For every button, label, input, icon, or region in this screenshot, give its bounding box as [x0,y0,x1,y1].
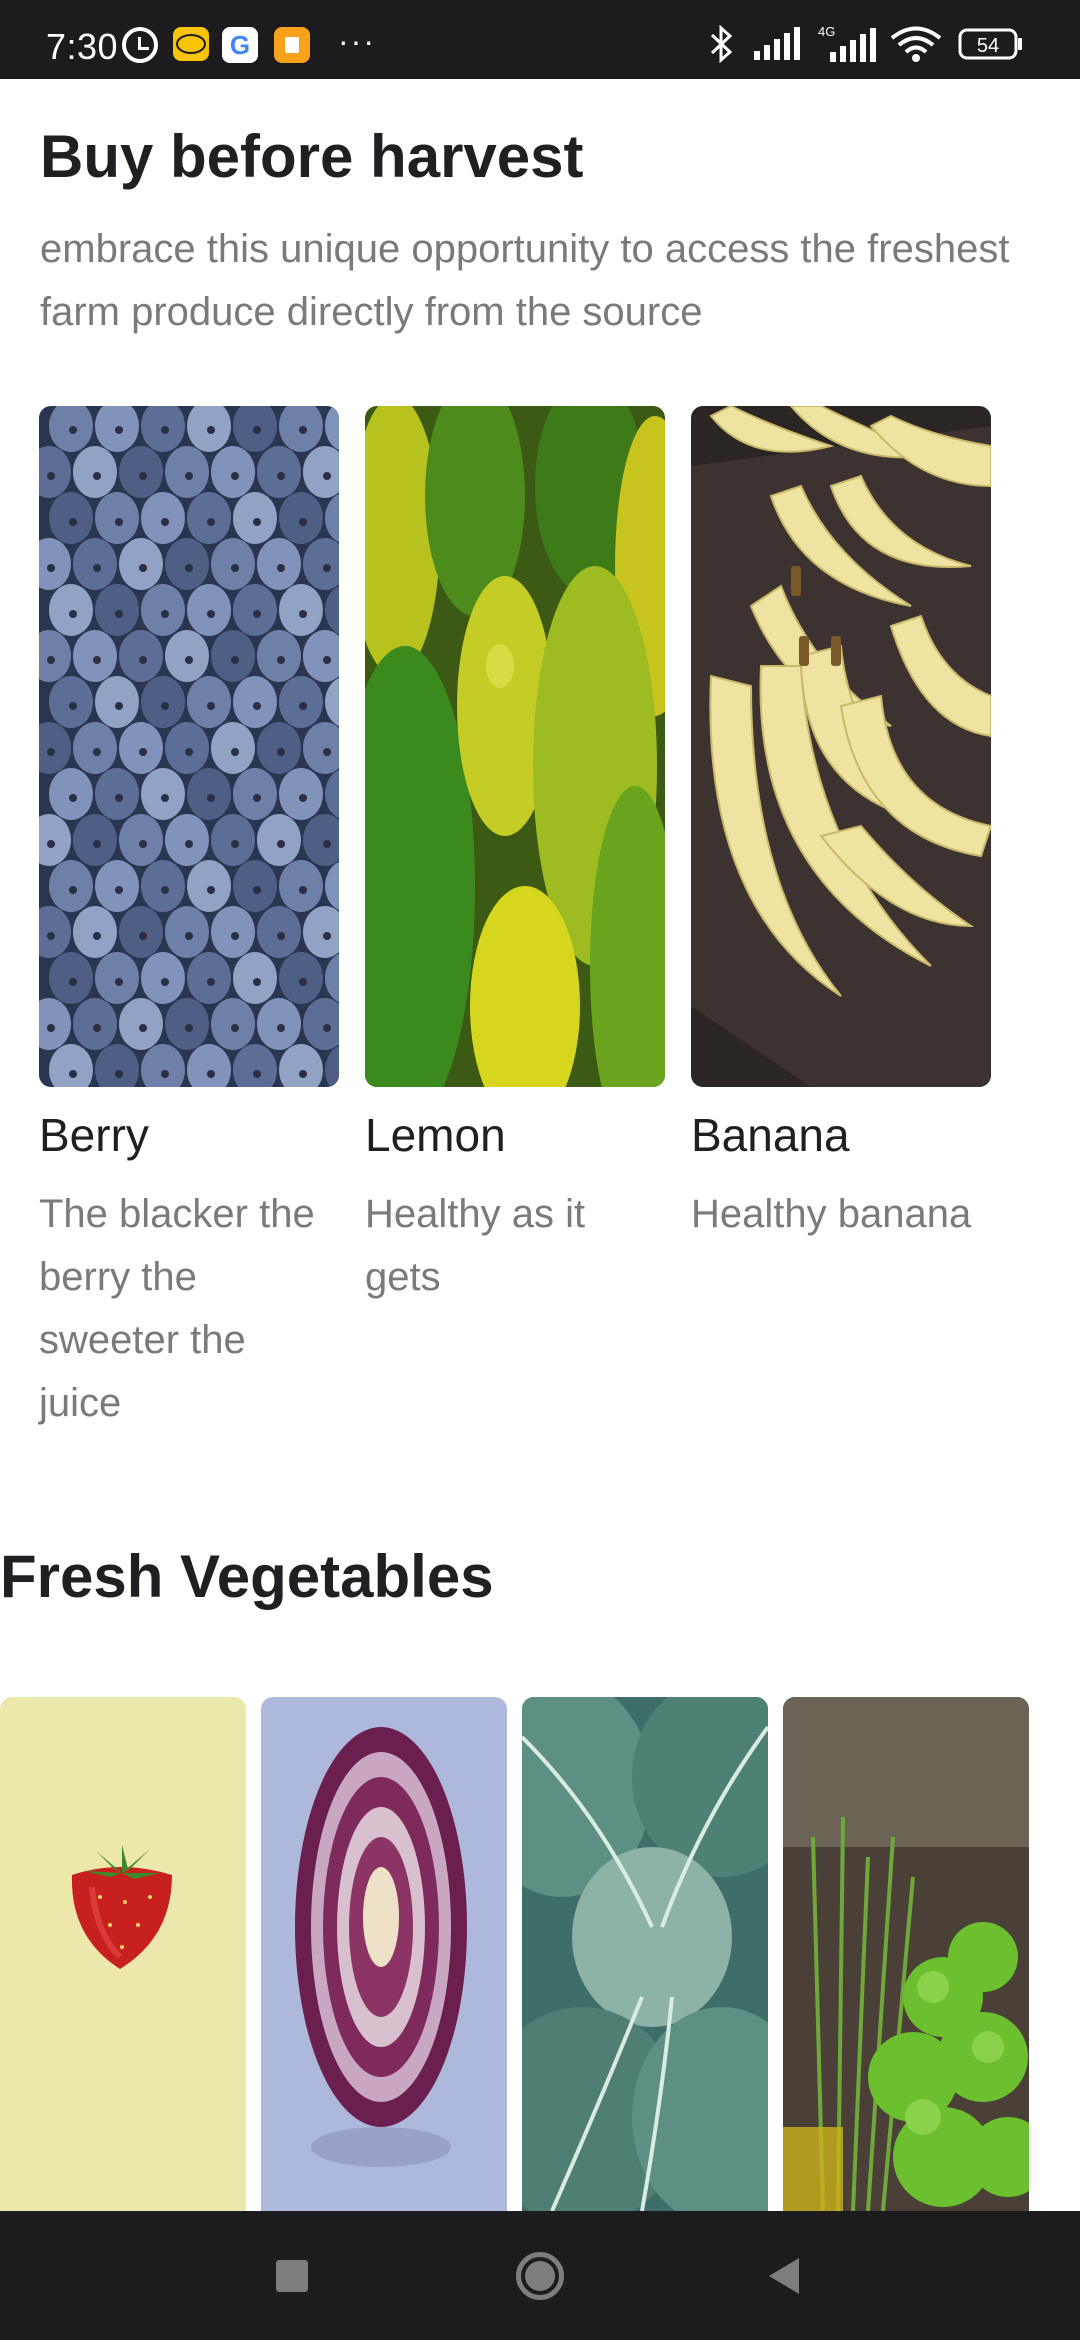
harvest-card-berry[interactable]: Berry The blacker the berry the sweeter … [39,406,339,1435]
harvest-card-name: Lemon [365,1109,506,1161]
vegetable-card-herbs[interactable] [783,1697,1029,2211]
blueberries-photo [39,406,339,1087]
triangle-back-icon [769,2257,799,2294]
herbs-photo [783,1697,1029,2211]
navigation-bar [0,2211,1080,2340]
cabbage-leaves-photo [522,1697,768,2211]
battery-icon: 54 [958,27,1024,61]
vegetables-section-title: Fresh Vegetables [0,1543,494,1610]
bananas-photo [691,406,991,1087]
harvest-card-description: Healthy as it gets [365,1192,586,1299]
signal-icon [752,27,802,61]
signal-4g-icon: 4G [812,24,878,62]
battery-level: 54 [977,35,999,57]
vegetable-card-red-cabbage[interactable] [261,1697,507,2211]
more-icon: ··· [338,22,376,59]
home-button[interactable] [510,2211,570,2340]
harvest-card-description: The blacker the berry the sweeter the ju… [39,1192,315,1425]
harvest-card-lemon[interactable]: Lemon Healthy as it gets [365,406,665,1309]
status-bar: 7:30 G ··· 4G 54 [0,0,1080,79]
network-type-label: 4G [818,24,835,39]
strawberry-photo [0,1697,246,2211]
shopping-bag-icon [274,27,310,63]
harvest-card-banana[interactable]: Banana Healthy banana [691,406,991,1246]
mtn-app-icon [173,27,209,61]
bluetooth-icon [708,25,736,63]
harvest-card-name: Berry [39,1109,149,1161]
vegetable-card-strawberry[interactable] [0,1697,246,2211]
red-cabbage-photo [261,1697,507,2211]
vegetable-card-cabbage[interactable] [522,1697,768,2211]
harvest-section-subtitle: embrace this unique opportunity to acces… [40,227,1010,334]
back-button[interactable] [754,2211,814,2340]
status-time: 7:30 [46,26,119,67]
recents-button[interactable] [262,2211,322,2340]
alarm-icon [122,27,158,63]
wifi-icon [890,26,942,62]
harvest-card-description: Healthy banana [691,1192,972,1236]
circle-icon [516,2251,564,2300]
square-icon [276,2259,308,2292]
lemons-photo [365,406,665,1087]
google-icon: G [222,27,258,63]
harvest-card-name: Banana [691,1109,850,1161]
harvest-section-title: Buy before harvest [40,123,584,190]
